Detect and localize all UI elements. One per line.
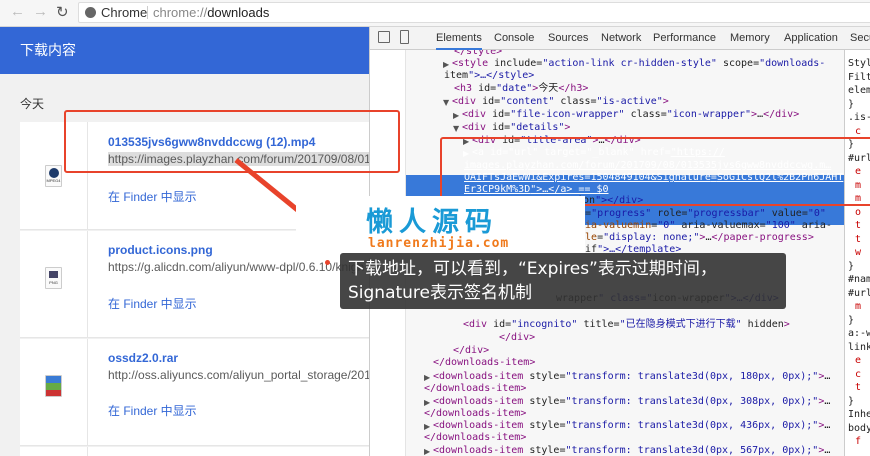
arrow-line — [234, 158, 302, 214]
caption: 下载地址，可以看到，“Expires”表示过期时间， Signature表示签名… — [340, 253, 786, 309]
watermark-title: 懒人源码 — [366, 207, 498, 238]
caption-line: 下载地址，可以看到，“Expires”表示过期时间， — [348, 259, 717, 279]
caption-line: Signature表示签名机制 — [348, 283, 533, 303]
annotation-dot — [325, 260, 330, 265]
watermark-domain: lanrenzhijia.com — [368, 236, 510, 251]
watermark: 懒人源码 lanrenzhijia.com — [296, 196, 585, 258]
